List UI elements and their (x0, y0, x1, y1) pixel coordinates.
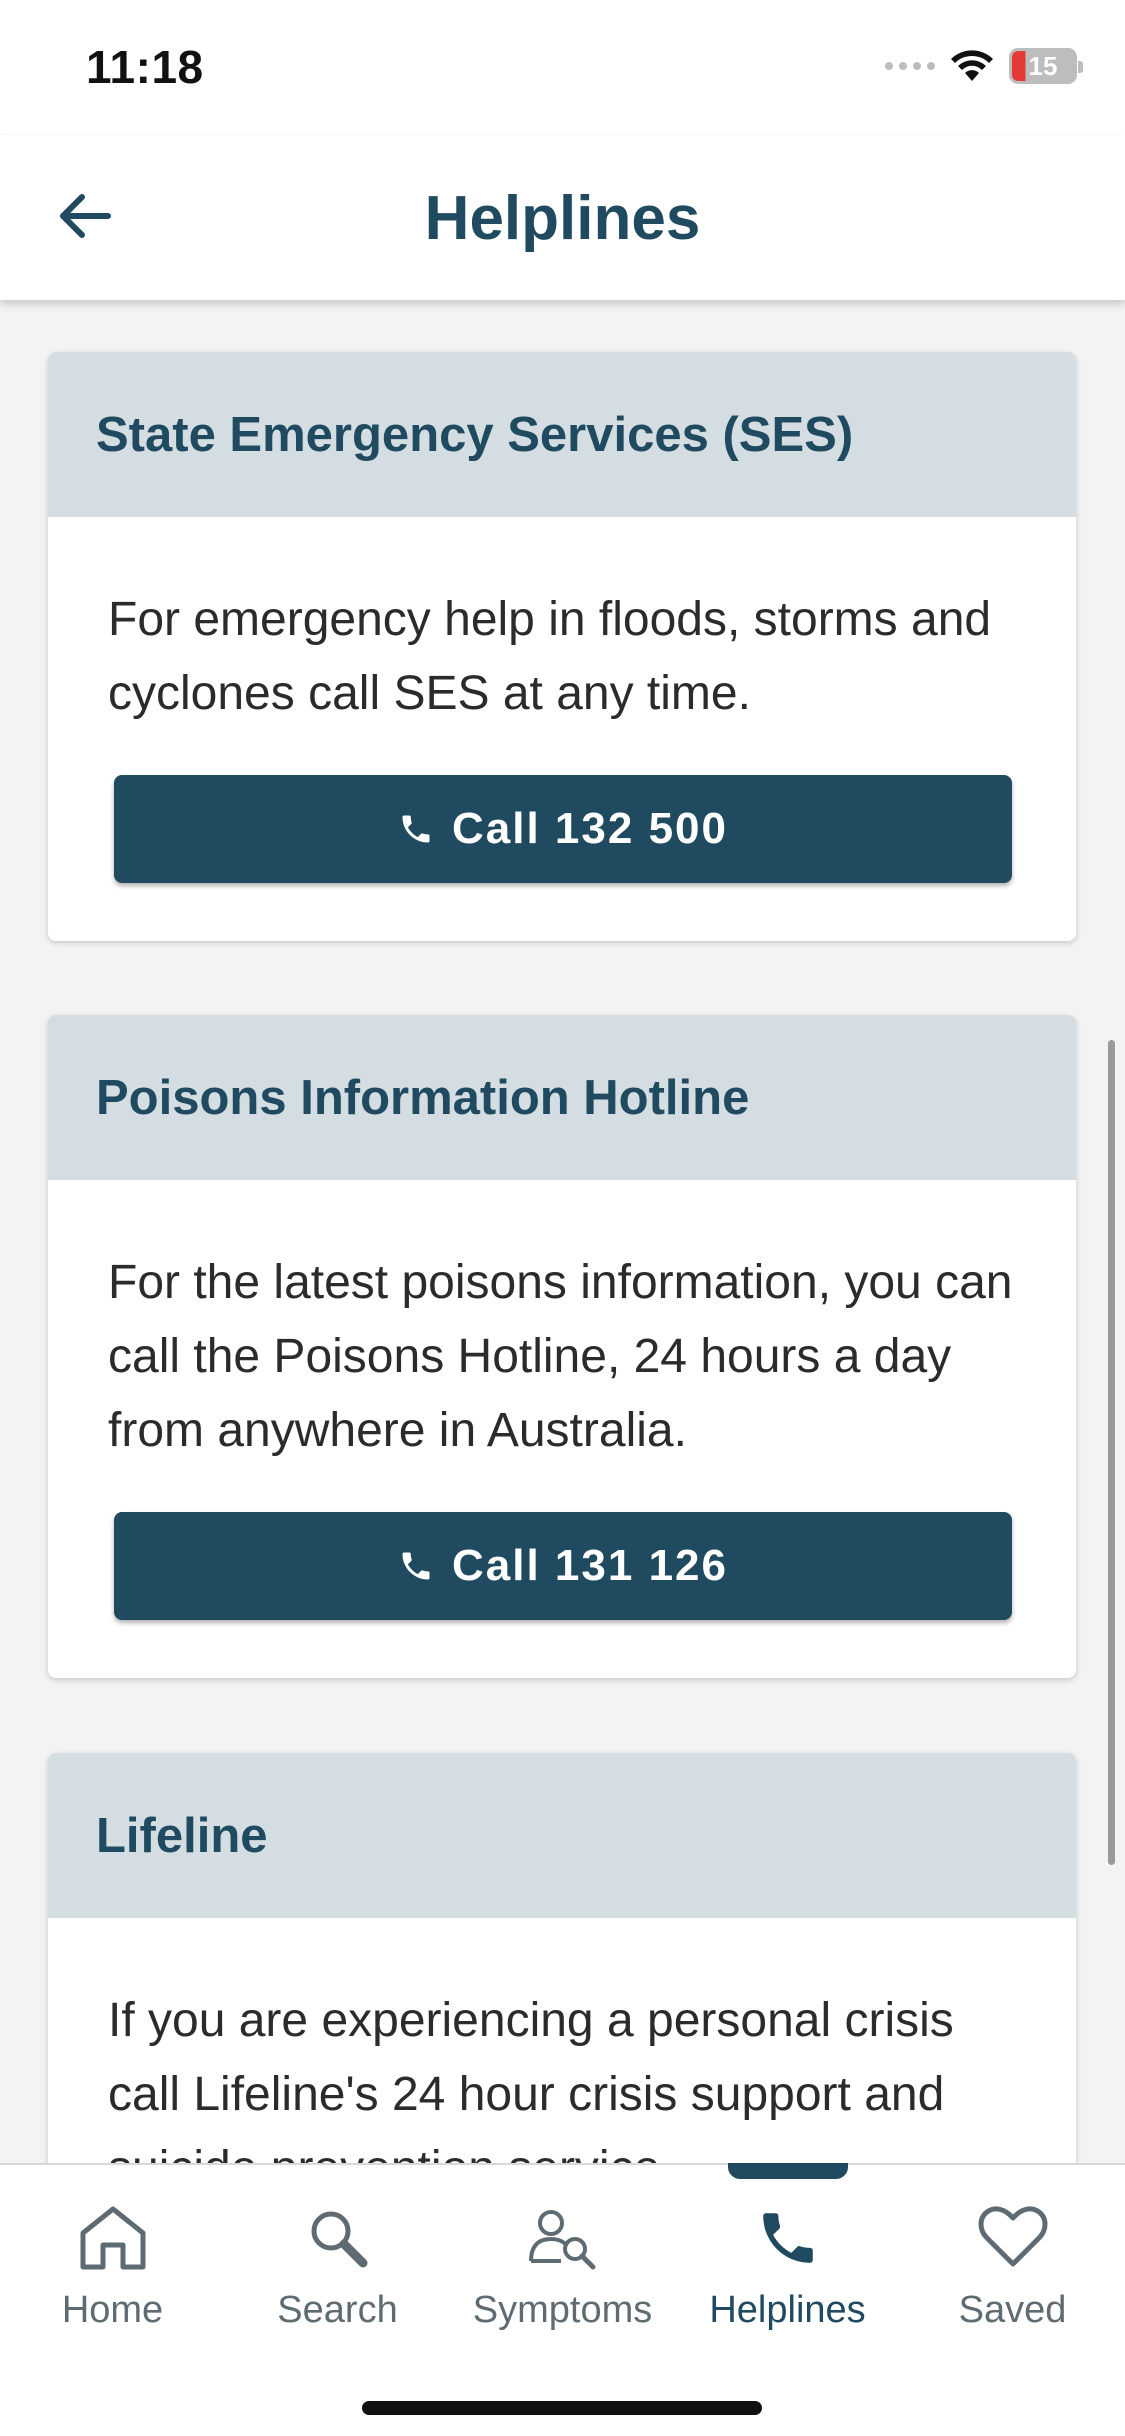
helpline-card-poisons: Poisons Information Hotline For the late… (48, 1015, 1076, 1678)
card-header: State Emergency Services (SES) (48, 352, 1076, 517)
home-icon (80, 2206, 145, 2270)
tab-home[interactable]: Home (0, 2199, 225, 2349)
helplines-list[interactable]: State Emergency Services (SES) For emerg… (0, 300, 1125, 2163)
card-title: State Emergency Services (SES) (96, 407, 854, 462)
symptoms-icon (528, 2210, 595, 2270)
status-time: 11:18 (86, 41, 204, 93)
card-header: Poisons Information Hotline (48, 1015, 1076, 1180)
card-description: If you are experiencing a personal crisi… (108, 1994, 954, 2163)
app-header: Helplines (0, 135, 1125, 300)
card-body: For emergency help in floods, storms and… (48, 517, 1076, 941)
card-title: Lifeline (96, 1808, 268, 1863)
battery-icon: 15 (1009, 48, 1083, 84)
tab-label: Home (61, 2289, 164, 2331)
home-indicator[interactable] (362, 2401, 762, 2415)
card-header: Lifeline (48, 1753, 1076, 1918)
card-body: For the latest poisons information, you … (48, 1180, 1076, 1678)
call-button-label: Call 131 126 (452, 1541, 728, 1590)
tab-search[interactable]: Search (225, 2199, 450, 2349)
call-button-label: Call 132 500 (452, 804, 728, 853)
phone-icon (402, 1552, 430, 1580)
bottom-tab-bar: Home Search Symptoms Helplines Saved (0, 2163, 1125, 2436)
page-title: Helplines (424, 184, 701, 253)
scrollbar[interactable] (1108, 1040, 1115, 1865)
status-bar: 11:18 15 (0, 0, 1125, 135)
card-description: For the latest poisons information, you … (108, 1256, 1013, 1457)
tab-label: Saved (958, 2289, 1067, 2331)
card-body: If you are experiencing a personal crisi… (48, 1918, 1076, 2163)
tab-helplines[interactable]: Helplines (675, 2199, 900, 2349)
tab-label: Search (277, 2289, 398, 2331)
cellular-signal-icon (885, 62, 935, 70)
status-indicators: 15 (885, 48, 1083, 84)
tab-label: Helplines (709, 2289, 866, 2331)
phone-icon (402, 815, 430, 843)
battery-level: 15 (1028, 50, 1058, 81)
call-poisons-button[interactable]: Call 131 126 (114, 1512, 1012, 1620)
helpline-card-lifeline: Lifeline If you are experiencing a perso… (48, 1753, 1076, 2163)
wifi-icon (951, 50, 993, 81)
heart-icon (978, 2206, 1047, 2267)
tab-saved[interactable]: Saved (900, 2199, 1125, 2349)
card-description: For emergency help in floods, storms and… (108, 593, 992, 720)
search-icon (311, 2211, 367, 2268)
call-ses-button[interactable]: Call 132 500 (114, 775, 1012, 883)
tab-label: Symptoms (472, 2289, 653, 2331)
tab-symptoms[interactable]: Symptoms (450, 2199, 675, 2349)
helpline-card-ses: State Emergency Services (SES) For emerg… (48, 352, 1076, 941)
phone-icon (762, 2213, 813, 2263)
active-tab-indicator (728, 2163, 848, 2179)
card-title: Poisons Information Hotline (96, 1070, 750, 1125)
